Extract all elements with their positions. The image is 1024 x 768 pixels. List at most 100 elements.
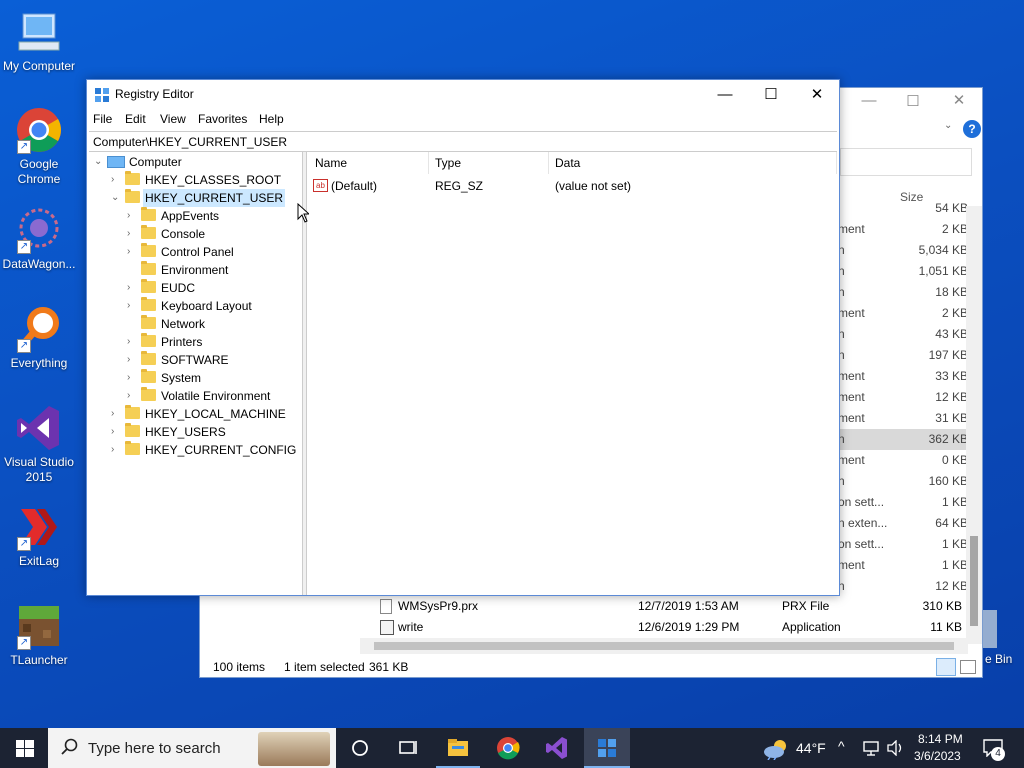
chevron-right-icon[interactable]: › [111,171,121,189]
file-row-selected[interactable]: n 362 KB [838,429,970,450]
horizontal-scrollbar[interactable] [360,638,968,654]
desktop-icon-my-computer[interactable]: My Computer [0,8,78,74]
file-row[interactable]: on sett... 1 KB [838,492,970,513]
chevron-right-icon[interactable]: › [127,297,137,315]
chevron-down-icon[interactable]: ⌄ [944,120,952,131]
file-row[interactable]: ment 1 KB [838,555,970,576]
desktop-icon-datawagon[interactable]: ↗ DataWagon... [0,206,78,272]
vertical-scrollbar[interactable] [966,206,982,644]
file-type: ment [838,306,865,320]
large-icons-view-icon[interactable] [960,660,976,674]
maximize-icon[interactable]: ☐ [890,92,936,110]
explorer-search-box[interactable] [840,148,972,176]
chevron-right-icon[interactable]: › [127,369,137,387]
help-icon[interactable]: ? [963,120,981,138]
menu-favorites[interactable]: Favorites [198,112,247,126]
file-size: 197 KB [928,348,968,362]
desktop-icon-label: TLauncher [10,653,68,667]
close-button[interactable]: ✕ [794,80,840,109]
chevron-right-icon[interactable]: › [127,351,137,369]
registry-editor-icon [94,87,110,103]
chevron-right-icon[interactable]: › [127,387,137,405]
file-row[interactable]: n exten... 64 KB [838,513,970,534]
chevron-right-icon[interactable]: › [127,333,137,351]
chevron-right-icon[interactable]: › [127,279,137,297]
desktop-icon-everything[interactable]: ↗ Everything [0,305,78,371]
chevron-right-icon[interactable]: › [127,207,137,225]
volume-icon[interactable] [886,739,904,759]
column-header-data[interactable]: Data [555,156,580,170]
chevron-up-icon[interactable]: ^ [838,738,845,768]
network-icon[interactable] [862,740,880,759]
menu-view[interactable]: View [160,112,186,126]
file-explorer-icon[interactable] [446,736,470,760]
shortcut-arrow-icon: ↗ [17,240,31,254]
scrollbar-thumb[interactable] [970,536,978,626]
title-bar[interactable]: Registry Editor — ☐ ✕ [87,80,839,109]
chevron-right-icon[interactable]: › [111,405,121,423]
desktop-icon-exitlag[interactable]: ↗ ExitLag [0,503,78,569]
chevron-right-icon[interactable]: › [111,423,121,441]
file-row[interactable]: on sett... 1 KB [838,534,970,555]
registry-tree[interactable]: ⌄ Computer › HKEY_CLASSES_ROOT ⌄ HKEY_CU… [88,152,302,595]
values-list[interactable]: Name Type Data ab (Default) REG_SZ (valu… [307,152,839,595]
file-row[interactable]: ment 33 KB [838,366,970,387]
file-row[interactable]: ment 31 KB [838,408,970,429]
weather-icon[interactable] [762,738,790,763]
maximize-button[interactable]: ☐ [748,80,794,109]
registry-value-row[interactable]: ab (Default) REG_SZ (value not set) [307,176,839,196]
scrollbar-thumb[interactable] [374,642,954,650]
clock-date[interactable]: 3/6/2023 [914,749,961,768]
minimize-icon[interactable]: — [846,92,892,109]
menu-file[interactable]: File [93,112,112,126]
file-row[interactable]: n 160 KB [838,471,970,492]
file-row[interactable]: n 12 KB [838,576,970,597]
file-row[interactable]: WMSysPr9.prx 12/7/2019 1:53 AM PRX File … [376,596,966,617]
visual-studio-icon[interactable] [545,736,569,760]
address-bar[interactable]: Computer\HKEY_CURRENT_USER [89,131,837,152]
file-row[interactable]: n 5,034 KB [838,240,970,261]
desktop-icon-label: Visual Studio 2015 [4,455,74,484]
task-view-icon[interactable] [396,736,420,760]
close-icon[interactable]: ✕ [936,91,982,109]
active-task-highlight[interactable] [584,728,630,768]
file-row[interactable]: ment 0 KB [838,450,970,471]
file-row[interactable]: n 1,051 KB [838,261,970,282]
column-header-name[interactable]: Name [315,156,347,170]
column-divider[interactable] [428,152,429,174]
chevron-right-icon[interactable]: › [127,243,137,261]
file-row[interactable]: n 43 KB [838,324,970,345]
chevron-right-icon[interactable]: › [111,441,121,459]
recycle-bin-label[interactable]: e Bin [985,652,1012,666]
tree-label: Environment [161,263,229,277]
chevron-right-icon[interactable]: › [127,225,137,243]
file-row[interactable]: n 197 KB [838,345,970,366]
file-row[interactable]: ment 2 KB [838,303,970,324]
chevron-down-icon[interactable]: ⌄ [111,189,121,207]
desktop-icon-google-chrome[interactable]: ↗ Google Chrome [0,106,78,187]
column-header-type[interactable]: Type [435,156,461,170]
minimize-button[interactable]: — [702,80,748,109]
registry-editor-window[interactable]: Registry Editor — ☐ ✕ File Edit View Fav… [86,79,840,596]
file-row[interactable]: ment 12 KB [838,387,970,408]
desktop-icon-visual-studio[interactable]: Visual Studio 2015 [0,404,78,485]
windows-start-icon[interactable] [16,740,34,760]
file-row[interactable]: 54 KB [838,198,970,219]
file-row[interactable]: n 18 KB [838,282,970,303]
file-size: 33 KB [935,369,968,383]
desktop-icon-tlauncher[interactable]: ↗ TLauncher [0,602,78,668]
chrome-icon[interactable] [496,736,520,760]
file-icon [380,599,392,614]
file-row[interactable]: ment 2 KB [838,219,970,240]
menu-help[interactable]: Help [259,112,284,126]
chevron-down-icon[interactable]: ⌄ [94,153,104,171]
taskbar-search-box[interactable]: Type here to search [48,728,336,768]
column-divider[interactable] [836,152,837,174]
recycle-bin-icon[interactable] [983,610,997,648]
weather-temperature[interactable]: 44°F [796,740,826,768]
file-row[interactable]: write 12/6/2019 1:29 PM Application 11 K… [376,617,966,638]
task-view-circle-icon[interactable] [348,737,372,761]
details-view-icon[interactable] [936,658,956,676]
menu-edit[interactable]: Edit [125,112,146,126]
column-divider[interactable] [548,152,549,174]
